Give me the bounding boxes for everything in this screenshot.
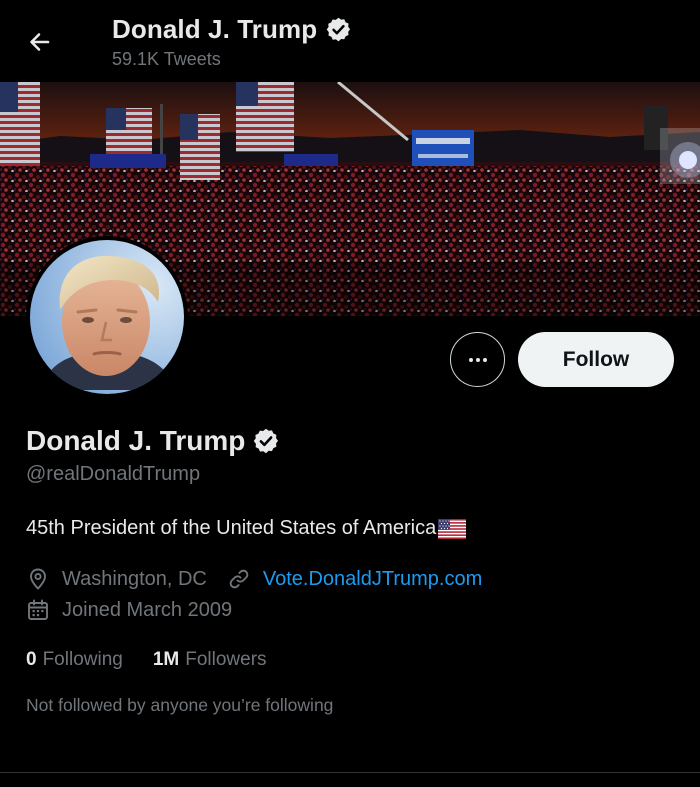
divider [0,772,700,773]
back-button[interactable] [22,24,58,60]
profile-page: Donald J. Trump 59.1K Tweets Follow Dona… [0,0,700,787]
profile-header: Donald J. Trump 59.1K Tweets [0,0,700,82]
header-tweet-count: 59.1K Tweets [112,49,221,69]
followers-link[interactable]: 1M Followers [153,649,267,671]
arrow-left-icon [30,33,50,51]
profile-location: Washington, DC [62,567,207,590]
more-options-icon [468,357,487,362]
profile-website-link[interactable]: Vote.DonaldJTrump.com [263,568,482,591]
following-link[interactable]: 0 Following [26,649,123,671]
profile-bio: 45th President of the United States of A… [26,517,467,540]
more-options-button[interactable] [450,332,505,387]
profile-name-row: Donald J. Trump [26,422,280,460]
following-count: 0 [26,649,37,670]
profile-handle: @realDonaldTrump [26,463,201,485]
bio-text: 45th President of the United States of A… [26,517,437,539]
not-followed-note: Not followed by anyone you’re following [26,695,334,715]
profile-display-name: Donald J. Trump [26,425,246,456]
follow-button[interactable]: Follow [518,332,674,387]
header-display-name: Donald J. Trump [112,13,318,44]
profile-avatar[interactable] [26,236,188,398]
us-flag-emoji [438,518,467,539]
following-label: Following [42,649,123,670]
calendar-icon [28,599,48,620]
profile-meta-row: Washington, DC Vote.DonaldJTrump.com [26,565,482,593]
location-pin-icon [30,568,46,590]
verified-badge-icon [326,17,351,41]
followers-label: Followers [185,649,267,670]
profile-joined-date: Joined March 2009 [62,598,233,621]
header-title-row: Donald J. Trump [112,12,352,46]
link-icon [229,569,249,589]
followers-count: 1M [152,649,180,670]
follow-counts: 0 Following 1M Followers [26,647,267,673]
avatar-image [30,240,184,394]
verified-badge-icon [254,428,279,454]
profile-joined-row: Joined March 2009 [26,596,232,624]
